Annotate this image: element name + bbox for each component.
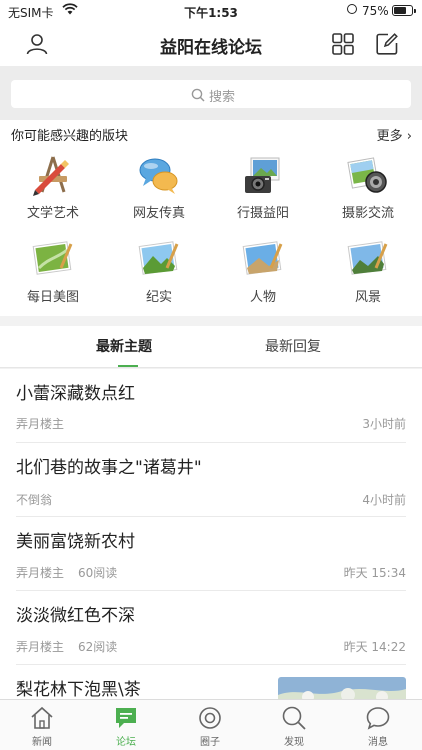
search-icon	[191, 87, 205, 102]
discover-icon	[259, 705, 329, 731]
forum-item-literature-art[interactable]: 文学艺术	[8, 154, 98, 221]
topic-title: 小蕾深藏数点红	[16, 384, 135, 404]
tabbar-item-news[interactable]: 新闻	[7, 705, 77, 748]
more-label: 更多	[376, 129, 403, 144]
tabbar-label: 消息	[368, 737, 388, 748]
forum-item-photo-exchange[interactable]: 摄影交流	[323, 154, 413, 221]
more-forums-link[interactable]: 更多 ›	[377, 125, 412, 144]
tabbar-item-forum[interactable]: 论坛	[91, 705, 161, 748]
search-area: 搜索	[0, 66, 422, 120]
topic-author: 弄月楼主	[16, 640, 65, 654]
forum-label: 文学艺术	[26, 206, 79, 221]
topic-title: 淡淡微红色不深	[16, 606, 135, 626]
list-item[interactable]: 美丽富饶新农村 弄月楼主 60阅读 昨天 15:34	[16, 517, 406, 591]
camera-icon	[241, 154, 285, 198]
tabbar-label: 论坛	[116, 737, 136, 748]
topic-time: 3小时前	[362, 417, 406, 431]
app-screen: 无SIM卡 下午1:53 75% 益阳在线论坛 搜索 你可能感兴趣的版块 更多 …	[0, 0, 422, 750]
topic-author: 不倒翁	[16, 493, 53, 507]
art-icon	[31, 154, 75, 198]
active-tab-indicator	[118, 365, 138, 367]
picture-icon	[31, 238, 75, 282]
list-item[interactable]: 淡淡微红色不深 弄月楼主 62阅读 昨天 14:22	[16, 591, 406, 665]
forum-label: 人物	[249, 290, 276, 305]
grid-icon[interactable]	[331, 32, 355, 56]
topic-time: 昨天 15:34	[343, 566, 406, 580]
forum-item-netizen-fax[interactable]: 网友传真	[114, 154, 204, 221]
tab-latest-replies[interactable]: 最新回复	[265, 336, 321, 356]
battery-percent: 75%	[362, 4, 389, 18]
topic-list: 小蕾深藏数点红 弄月楼主 3小时前 北们巷的故事之"诸葛井" 不倒翁 4小时前 …	[0, 369, 422, 699]
topic-title: 北们巷的故事之"诸葛井"	[16, 458, 202, 478]
forum-label: 网友传真	[132, 206, 185, 221]
status-bar: 无SIM卡 下午1:53 75%	[0, 0, 422, 22]
forum-item-documentary[interactable]: 纪实	[114, 238, 204, 305]
forum-label: 行摄益阳	[236, 206, 289, 221]
chevron-right-icon: ›	[406, 129, 412, 144]
topic-title: 美丽富饶新农村	[16, 532, 135, 552]
tabbar-label: 圈子	[200, 737, 220, 748]
forum-label: 风景	[354, 290, 381, 305]
orientation-lock-icon	[347, 4, 357, 14]
picture-icon	[346, 238, 390, 282]
tabbar-item-messages[interactable]: 消息	[343, 705, 413, 748]
forum-icon	[91, 705, 161, 731]
page-title: 益阳在线论坛	[160, 38, 262, 58]
forums-heading: 你可能感兴趣的版块	[11, 129, 129, 144]
tabbar-item-circle[interactable]: 圈子	[175, 705, 245, 748]
battery-level	[394, 7, 407, 14]
tabbar-item-discover[interactable]: 发现	[259, 705, 329, 748]
topic-views: 62阅读	[78, 640, 118, 654]
topic-time: 昨天 14:22	[343, 640, 406, 654]
topic-tabs: 最新主题 最新回复	[0, 326, 422, 368]
navigation-bar: 益阳在线论坛	[0, 22, 422, 66]
chat-bubbles-icon	[137, 154, 181, 198]
home-icon	[7, 705, 77, 731]
forum-item-daily-photo[interactable]: 每日美图	[8, 238, 98, 305]
status-time: 下午1:53	[184, 6, 238, 20]
forum-label: 每日美图	[26, 290, 79, 305]
tabbar-label: 发现	[284, 737, 304, 748]
search-placeholder: 搜索	[209, 90, 236, 105]
picture-icon	[137, 238, 181, 282]
tab-latest-topics[interactable]: 最新主题	[96, 336, 152, 356]
battery-icon	[392, 5, 416, 16]
topic-author: 弄月楼主	[16, 566, 65, 580]
list-item[interactable]: 小蕾深藏数点红 弄月楼主 3小时前	[16, 369, 406, 443]
topic-thumbnail	[278, 677, 406, 699]
recommended-forums: 你可能感兴趣的版块 更多 › 文学艺术 网友传真 行摄益阳 摄影交流 每日美图 …	[0, 120, 422, 316]
search-input[interactable]: 搜索	[11, 80, 411, 108]
forum-item-shoot-yiyang[interactable]: 行摄益阳	[218, 154, 308, 221]
photo-lens-icon	[346, 154, 390, 198]
picture-icon	[241, 238, 285, 282]
topic-views: 60阅读	[78, 566, 118, 580]
topic-author: 弄月楼主	[16, 417, 65, 431]
list-item[interactable]: 北们巷的故事之"诸葛井" 不倒翁 4小时前	[16, 443, 406, 517]
compose-icon[interactable]	[375, 32, 399, 56]
topic-time: 4小时前	[362, 493, 406, 507]
forum-item-scenery[interactable]: 风景	[323, 238, 413, 305]
forum-label: 纪实	[145, 290, 172, 305]
circle-icon	[175, 705, 245, 731]
bottom-tab-bar: 新闻 论坛 圈子 发现 消息	[0, 699, 422, 750]
tabbar-label: 新闻	[32, 737, 52, 748]
message-icon	[343, 705, 413, 731]
forum-item-people[interactable]: 人物	[218, 238, 308, 305]
list-item[interactable]: 梨花林下泡黑\茶	[16, 665, 406, 699]
forum-label: 摄影交流	[341, 206, 394, 221]
topic-title: 梨花林下泡黑\茶	[16, 680, 141, 699]
